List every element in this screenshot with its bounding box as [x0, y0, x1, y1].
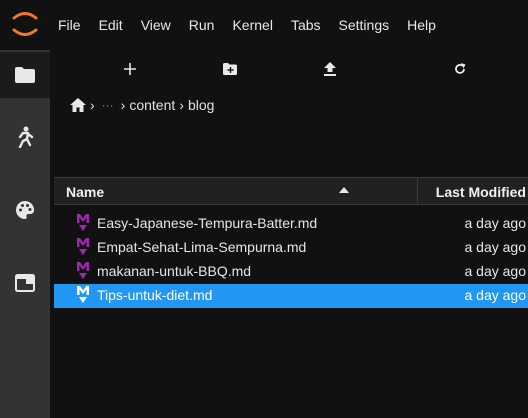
- file-modified: a day ago: [464, 215, 527, 231]
- home-icon[interactable]: [70, 98, 86, 112]
- menu-settings[interactable]: Settings: [339, 17, 390, 33]
- menubar: File Edit View Run Kernel Tabs Settings …: [0, 0, 528, 50]
- menu-file[interactable]: File: [58, 17, 81, 33]
- chevron-right-icon: ›: [179, 97, 184, 113]
- file-row[interactable]: makanan-untuk-BBQ.md a day ago: [54, 260, 528, 284]
- file-browser-tab[interactable]: [0, 52, 50, 98]
- markdown-file-icon: [77, 214, 89, 231]
- tabs-icon: [15, 274, 35, 292]
- file-browser-panel: › ··· › content › blog Name Last Modifie…: [54, 50, 528, 418]
- markdown-file-icon: [77, 286, 89, 303]
- running-icon: [18, 126, 34, 148]
- refresh-icon: [455, 63, 466, 74]
- sort-ascending-icon[interactable]: [339, 187, 349, 193]
- chevron-right-icon: ›: [90, 97, 95, 113]
- column-last-modified-header[interactable]: Last Modified: [436, 184, 526, 200]
- refresh-button[interactable]: [438, 57, 482, 81]
- property-inspector-tab[interactable]: [0, 187, 50, 233]
- file-name: Empat-Sehat-Lima-Sempurna.md: [97, 239, 307, 255]
- column-name-header[interactable]: Name: [66, 184, 104, 200]
- new-launcher-button[interactable]: [108, 57, 152, 81]
- main-menu: File Edit View Run Kernel Tabs Settings …: [58, 17, 436, 33]
- breadcrumb-content[interactable]: content: [129, 97, 175, 113]
- markdown-file-icon: [77, 262, 89, 279]
- palette-icon: [16, 201, 34, 219]
- file-name: makanan-untuk-BBQ.md: [97, 263, 252, 279]
- file-browser-toolbar: [54, 50, 528, 88]
- new-folder-icon: [223, 63, 237, 75]
- running-tab[interactable]: [0, 114, 50, 160]
- new-launcher-icon: [124, 63, 136, 75]
- file-row-selected[interactable]: Tips-untuk-diet.md a day ago: [54, 284, 528, 308]
- open-tabs-tab[interactable]: [0, 260, 50, 306]
- menu-edit[interactable]: Edit: [99, 17, 123, 33]
- file-list: Easy-Japanese-Tempura-Batter.md a day ag…: [54, 212, 528, 308]
- folder-icon: [15, 67, 35, 83]
- breadcrumb-ellipsis[interactable]: ···: [102, 98, 114, 112]
- new-folder-button[interactable]: [208, 57, 252, 81]
- file-name: Tips-untuk-diet.md: [97, 287, 213, 303]
- column-divider[interactable]: [417, 178, 418, 204]
- menu-kernel[interactable]: Kernel: [232, 17, 272, 33]
- menu-tabs[interactable]: Tabs: [291, 17, 321, 33]
- breadcrumb-blog[interactable]: blog: [188, 97, 214, 113]
- upload-icon: [324, 62, 336, 76]
- file-modified: a day ago: [464, 263, 527, 279]
- file-modified: a day ago: [464, 239, 527, 255]
- activity-bar: [0, 50, 50, 418]
- file-row[interactable]: Empat-Sehat-Lima-Sempurna.md a day ago: [54, 236, 528, 260]
- menu-view[interactable]: View: [141, 17, 171, 33]
- file-name: Easy-Japanese-Tempura-Batter.md: [97, 215, 318, 231]
- chevron-right-icon: ›: [120, 97, 126, 113]
- file-row[interactable]: Easy-Japanese-Tempura-Batter.md a day ag…: [54, 212, 528, 236]
- jupyter-logo-icon: [12, 12, 38, 36]
- breadcrumb: › ··· › content › blog: [70, 95, 214, 115]
- markdown-file-icon: [77, 238, 89, 255]
- file-modified: a day ago: [464, 287, 527, 303]
- file-list-header: Name Last Modified: [54, 177, 528, 205]
- menu-run[interactable]: Run: [189, 17, 215, 33]
- menu-help[interactable]: Help: [407, 17, 436, 33]
- upload-button[interactable]: [308, 57, 352, 81]
